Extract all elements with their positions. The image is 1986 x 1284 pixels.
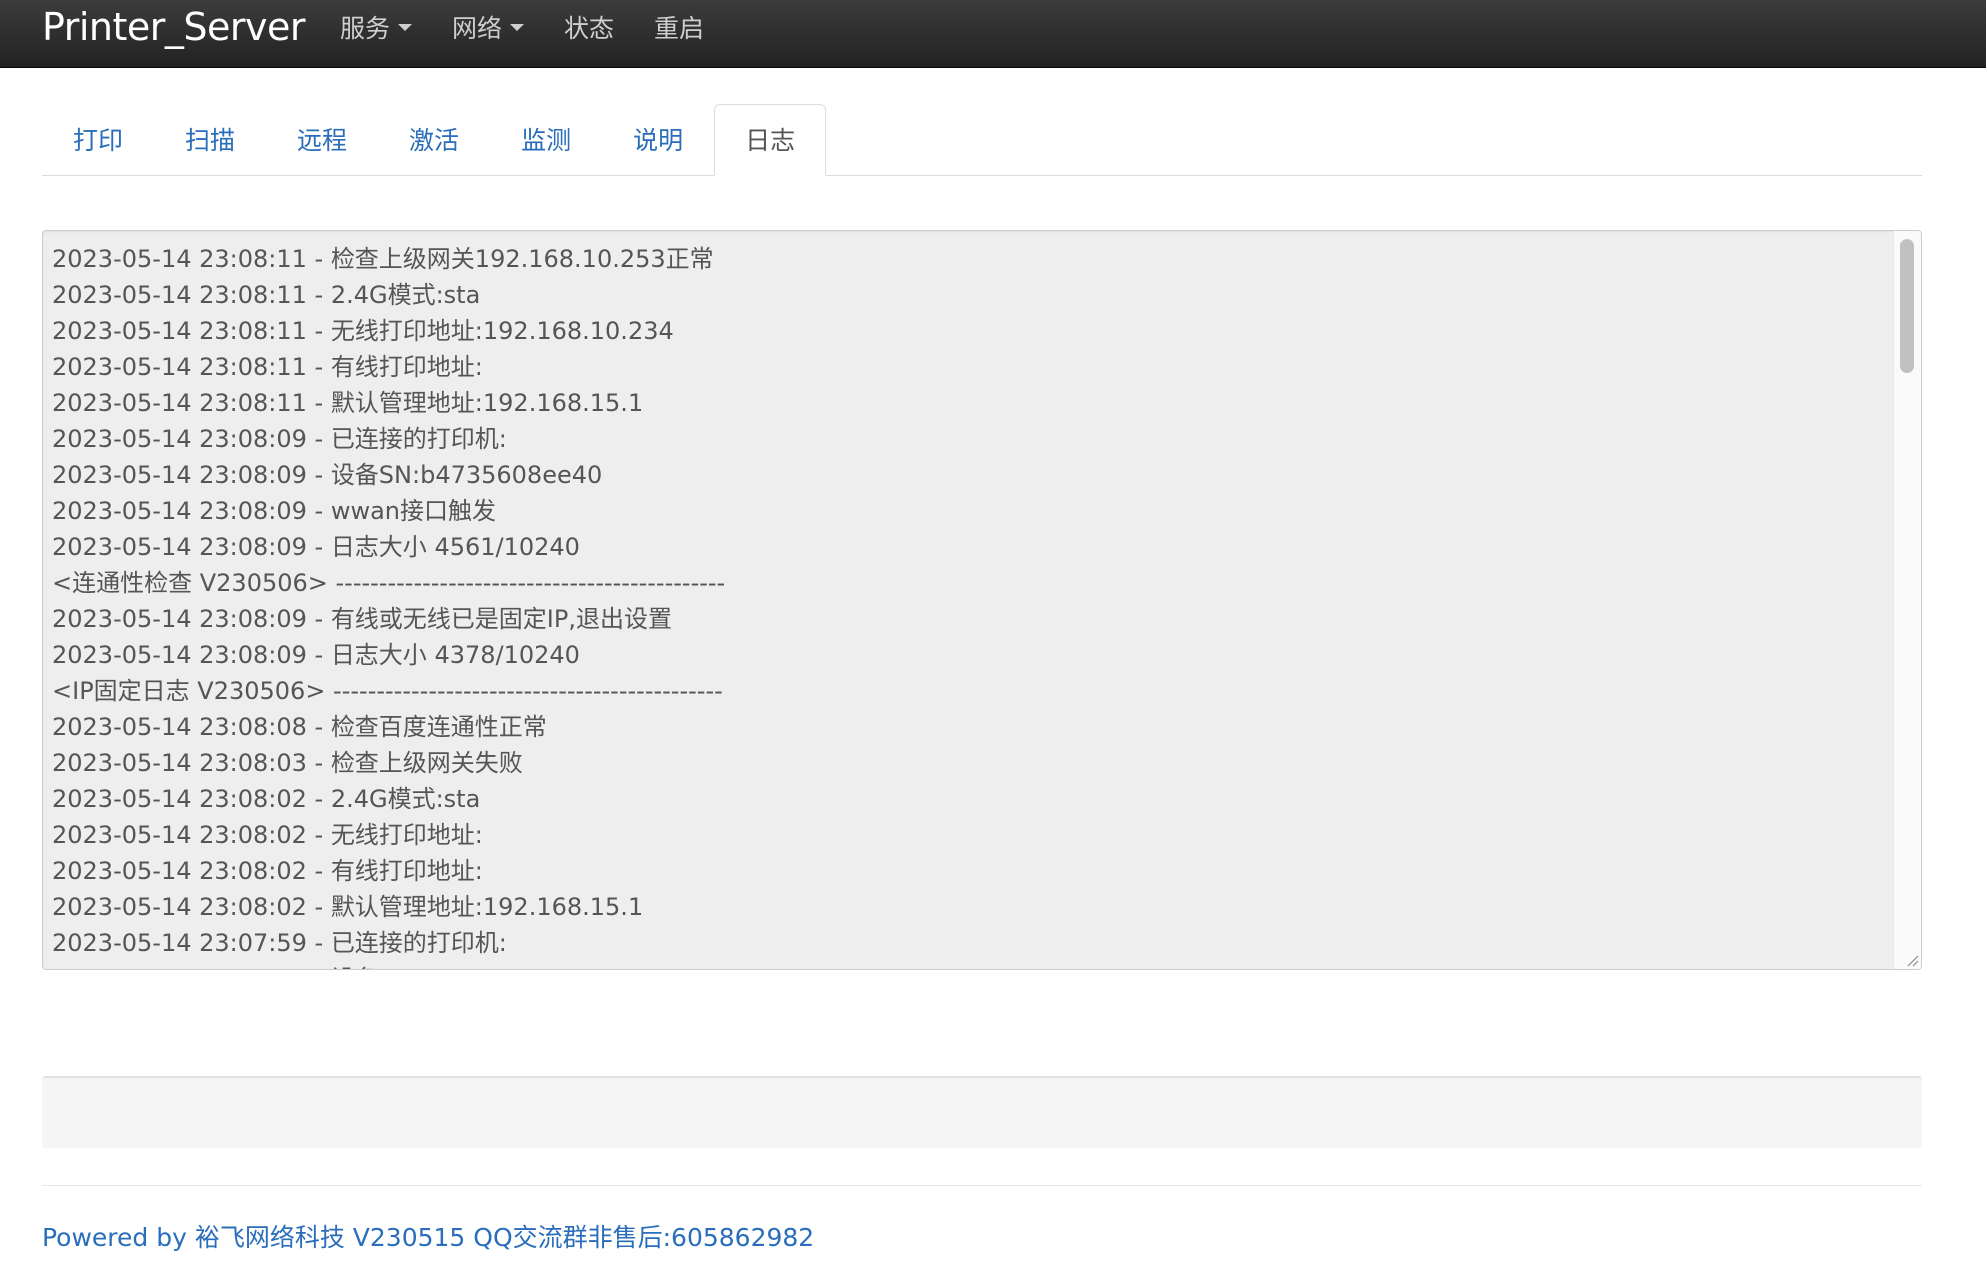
nav-item-label: 重启 [654, 14, 705, 43]
nav-menu: 服务 网络 状态 重启 [320, 0, 724, 54]
tab-bar: 打印 扫描 远程 激活 监测 说明 日志 [42, 104, 1922, 176]
scrollbar[interactable] [1893, 231, 1921, 969]
nav-item-services[interactable]: 服务 [320, 0, 432, 54]
log-line: 2023-05-14 23:07:59 - 已连接的打印机: [52, 929, 507, 957]
tab-remote[interactable]: 远程 [266, 104, 378, 175]
tab-activate[interactable]: 激活 [378, 104, 490, 175]
top-navbar: Printer_Server 服务 网络 状态 重启 [0, 0, 1986, 68]
nav-item-label: 网络 [452, 14, 503, 43]
nav-item-label: 状态 [564, 14, 615, 43]
log-line: <连通性检查 V230506> ------------------------… [52, 569, 726, 597]
tab-instructions[interactable]: 说明 [602, 104, 714, 175]
log-line: 2023-05-14 23:08:09 - wwan接口触发 [52, 497, 496, 525]
log-line: 2023-05-14 23:07:59 - 设备SN: [52, 961, 1889, 969]
log-line: 2023-05-14 23:08:09 - 已连接的打印机: [52, 425, 507, 453]
nav-item-network[interactable]: 网络 [432, 0, 544, 54]
caret-down-icon [510, 23, 525, 31]
log-textarea[interactable]: 2023-05-14 23:08:11 - 检查上级网关192.168.10.2… [42, 230, 1922, 970]
brand-logo-text[interactable]: Printer_Server [42, 2, 306, 52]
log-line: 2023-05-14 23:08:09 - 有线或无线已是固定IP,退出设置 [52, 605, 672, 633]
log-line: 2023-05-14 23:08:02 - 有线打印地址: [52, 857, 483, 885]
log-line: 2023-05-14 23:08:08 - 检查百度连通性正常 [52, 713, 547, 741]
caret-down-icon [398, 23, 413, 31]
log-line: 2023-05-14 23:08:09 - 日志大小 4378/10240 [52, 641, 580, 669]
nav-item-status[interactable]: 状态 [544, 0, 634, 54]
log-line: 2023-05-14 23:08:02 - 2.4G模式:sta [52, 785, 481, 813]
resize-grip-icon[interactable] [1905, 953, 1919, 967]
log-lines: 2023-05-14 23:08:11 - 检查上级网关192.168.10.2… [52, 241, 1889, 969]
tab-log[interactable]: 日志 [714, 104, 827, 176]
log-line: 2023-05-14 23:08:02 - 默认管理地址:192.168.15.… [52, 893, 644, 921]
log-line: 2023-05-14 23:08:09 - 日志大小 4561/10240 [52, 533, 580, 561]
footer-powered-by[interactable]: Powered by 裕飞网络科技 V230515 QQ交流群非售后:60586… [42, 1222, 814, 1254]
tab-scan[interactable]: 扫描 [154, 104, 266, 175]
action-well [42, 1076, 1922, 1148]
log-line: 2023-05-14 23:08:11 - 无线打印地址:192.168.10.… [52, 317, 674, 345]
log-line: 2023-05-14 23:08:11 - 2.4G模式:sta [52, 281, 481, 309]
tab-monitor[interactable]: 监测 [490, 104, 602, 175]
scrollbar-thumb[interactable] [1900, 239, 1914, 373]
log-line: 2023-05-14 23:08:11 - 检查上级网关192.168.10.2… [52, 245, 714, 273]
nav-item-reboot[interactable]: 重启 [634, 0, 724, 54]
log-line: 2023-05-14 23:08:02 - 无线打印地址: [52, 821, 483, 849]
log-line: <IP固定日志 V230506> -----------------------… [52, 677, 723, 705]
footer-divider [42, 1185, 1922, 1186]
tab-print[interactable]: 打印 [42, 104, 154, 175]
log-line: 2023-05-14 23:08:03 - 检查上级网关失败 [52, 749, 523, 777]
log-line: 2023-05-14 23:08:11 - 有线打印地址: [52, 353, 483, 381]
nav-item-label: 服务 [340, 14, 391, 43]
log-line: 2023-05-14 23:08:09 - 设备SN:b4735608ee40 [52, 461, 603, 489]
log-line: 2023-05-14 23:08:11 - 默认管理地址:192.168.15.… [52, 389, 644, 417]
